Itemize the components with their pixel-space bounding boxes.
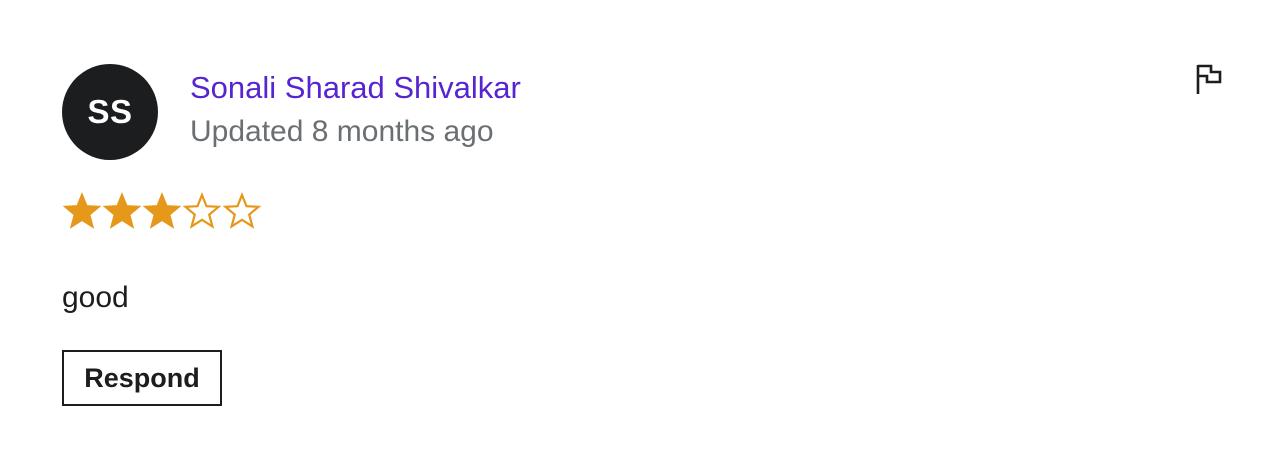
- avatar-initials: SS: [87, 93, 133, 130]
- star-empty-icon: [222, 192, 262, 229]
- flag-icon: [1194, 62, 1224, 101]
- star-filled-icon: [62, 192, 102, 229]
- star-filled-icon: [142, 192, 182, 229]
- report-button[interactable]: [1192, 64, 1226, 98]
- star-filled-icon: [102, 192, 142, 229]
- star-empty-icon: [182, 192, 222, 229]
- avatar: SS: [62, 64, 158, 160]
- star-rating: [62, 192, 262, 232]
- review-text: good: [62, 281, 129, 314]
- author-name-link[interactable]: Sonali Sharad Shivalkar: [190, 68, 521, 108]
- review-card: SS Sonali Sharad Shivalkar Updated 8 mon…: [62, 64, 1226, 424]
- updated-timestamp: Updated 8 months ago: [190, 115, 494, 148]
- respond-button[interactable]: Respond: [62, 350, 222, 406]
